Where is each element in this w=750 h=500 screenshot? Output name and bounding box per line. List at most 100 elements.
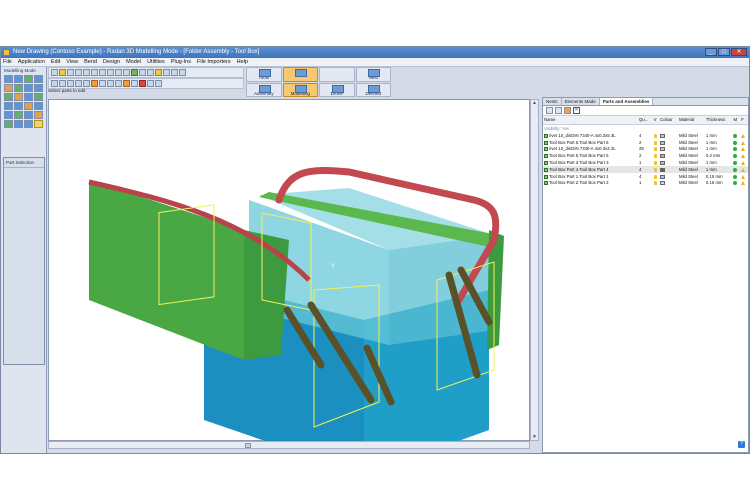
- drone-button[interactable]: Drone: [319, 82, 355, 97]
- tool-icon[interactable]: [14, 102, 23, 110]
- toolbox-3d-model[interactable]: Y: [49, 100, 531, 442]
- tool-icon[interactable]: [4, 111, 13, 119]
- table-row[interactable]: rivet 10_dinDIN 7340-A 4x0.3x4 2L 28 Mild …: [543, 146, 748, 153]
- tool-icon[interactable]: [24, 93, 33, 101]
- assembly-button[interactable]: Assembly: [246, 82, 282, 97]
- table-row[interactable]: Tool Box Part 3.Tool Box Part 3 1 Mild Ste…: [543, 159, 748, 166]
- table-row[interactable]: Tool Box Part 6.Tool Box Part 6 2 Mild Ste…: [543, 139, 748, 146]
- visibility-bulb-icon[interactable]: [653, 147, 657, 152]
- cut-icon[interactable]: [99, 69, 106, 76]
- column-material[interactable]: Material: [678, 116, 705, 125]
- mode-button-active[interactable]: [282, 67, 318, 82]
- zoom-icon[interactable]: [123, 69, 130, 76]
- visibility-bulb-icon[interactable]: [653, 167, 657, 172]
- menu-file[interactable]: File: [3, 58, 12, 66]
- visibility-bulb-icon[interactable]: [653, 160, 657, 165]
- tool-icon[interactable]: [24, 111, 33, 119]
- tool-icon[interactable]: [4, 75, 13, 83]
- menu-utilities[interactable]: Utilities: [147, 58, 165, 66]
- modelling-button[interactable]: Modelling: [282, 82, 318, 97]
- column-thickness[interactable]: Thickness: [704, 116, 733, 125]
- colour-swatch[interactable]: [660, 133, 666, 138]
- vertical-scrollbar[interactable]: [530, 99, 539, 441]
- tool-icon[interactable]: [14, 111, 23, 119]
- copy-icon[interactable]: [107, 69, 114, 76]
- delete-icon[interactable]: [139, 80, 146, 87]
- grid-icon[interactable]: [163, 69, 170, 76]
- tool-icon[interactable]: [34, 75, 43, 83]
- column-name[interactable]: Name: [543, 116, 639, 125]
- column-m[interactable]: M: [732, 116, 741, 125]
- select-tool-icon[interactable]: [34, 120, 43, 128]
- tools-button[interactable]: Tools: [246, 67, 282, 82]
- mode-button-blank[interactable]: [319, 67, 355, 82]
- menu-model[interactable]: Model: [126, 58, 141, 66]
- tab-nests[interactable]: Nests: [543, 98, 562, 105]
- flip-icon[interactable]: [99, 80, 106, 87]
- help-icon[interactable]: ?: [738, 441, 745, 448]
- tool-icon[interactable]: [34, 93, 43, 101]
- tool-icon[interactable]: [24, 84, 33, 92]
- hide-icon[interactable]: [115, 80, 122, 87]
- menu-bend[interactable]: Bend: [84, 58, 97, 66]
- redo-icon[interactable]: [91, 69, 98, 76]
- pin-icon[interactable]: [155, 80, 162, 87]
- menu-file-importers[interactable]: File Importers: [197, 58, 231, 66]
- table-row[interactable]: Tool Box Part 1.Tool Box Part 1 4 Mild Ste…: [543, 173, 748, 180]
- table-row[interactable]: rivet 10_dinDIN 7340-A 4x0.3x5 3L 4 Mild S…: [543, 132, 748, 139]
- tree-view-icon[interactable]: [555, 107, 562, 114]
- table-row[interactable]: Tool Box Part 5.Tool Box Part 5 2 Mild Ste…: [543, 152, 748, 159]
- visibility-bulb-icon[interactable]: [653, 174, 657, 179]
- tool-icon[interactable]: [34, 111, 43, 119]
- table-row[interactable]: Tool Box Part 4.Tool Box Part 4 4 Mild Ste…: [543, 165, 748, 173]
- snap-icon[interactable]: [107, 80, 114, 87]
- visibility-bulb-icon[interactable]: [653, 133, 657, 138]
- move-icon[interactable]: [59, 80, 66, 87]
- menu-view[interactable]: View: [66, 58, 78, 66]
- lid-left-panel[interactable]: [89, 180, 244, 360]
- colour-swatch[interactable]: [660, 174, 666, 179]
- menu-edit[interactable]: Edit: [51, 58, 60, 66]
- edit-part-icon[interactable]: [91, 80, 98, 87]
- nest-button[interactable]: Nest: [355, 67, 391, 82]
- menu-application[interactable]: Application: [18, 58, 45, 66]
- tool-icon[interactable]: [24, 75, 33, 83]
- column-f[interactable]: F: [740, 116, 748, 125]
- colour-swatch[interactable]: [660, 160, 666, 165]
- tool-icon[interactable]: [14, 120, 23, 128]
- tab-parts-and-assemblies[interactable]: Parts and Assemblies: [599, 98, 654, 105]
- colour-swatch[interactable]: [660, 140, 666, 145]
- settings-icon[interactable]: [179, 69, 186, 76]
- tool-icon[interactable]: [14, 75, 23, 83]
- tool-icon[interactable]: [24, 120, 33, 128]
- view-icon[interactable]: [131, 69, 138, 76]
- save-icon[interactable]: [67, 69, 74, 76]
- menu-help[interactable]: Help: [237, 58, 248, 66]
- colour-swatch[interactable]: [660, 167, 666, 172]
- section-icon[interactable]: [131, 80, 138, 87]
- colour-swatch[interactable]: [660, 147, 666, 152]
- scroll-thumb[interactable]: [245, 443, 251, 448]
- light-icon[interactable]: [155, 69, 162, 76]
- table-row[interactable]: Tool Box Part 2.Tool Box Part 2 1 Mild Ste…: [543, 180, 748, 187]
- highlight-icon[interactable]: [123, 80, 130, 87]
- column-colour[interactable]: Colour: [659, 116, 678, 125]
- tool-icon[interactable]: [4, 93, 13, 101]
- tool-icon[interactable]: [14, 93, 23, 101]
- tool-icon[interactable]: [34, 102, 43, 110]
- measure-icon[interactable]: [171, 69, 178, 76]
- minimize-button[interactable]: _: [705, 48, 717, 56]
- align-icon[interactable]: [83, 80, 90, 87]
- select-icon[interactable]: [51, 80, 58, 87]
- pan-icon[interactable]: [147, 69, 154, 76]
- mirror-icon[interactable]: [75, 80, 82, 87]
- tool-icon[interactable]: [24, 102, 33, 110]
- tab-elements-made[interactable]: Elements Made: [562, 98, 600, 105]
- column-quantity[interactable]: Qu...: [638, 116, 653, 125]
- 3d-viewport[interactable]: Y: [48, 99, 531, 442]
- menu-plugins[interactable]: Plug-Ins: [171, 58, 191, 66]
- maximize-button[interactable]: □: [718, 48, 730, 56]
- close-button[interactable]: ✕: [731, 48, 747, 56]
- defined-button[interactable]: Defined: [355, 82, 391, 97]
- copy-part-icon[interactable]: [67, 80, 74, 87]
